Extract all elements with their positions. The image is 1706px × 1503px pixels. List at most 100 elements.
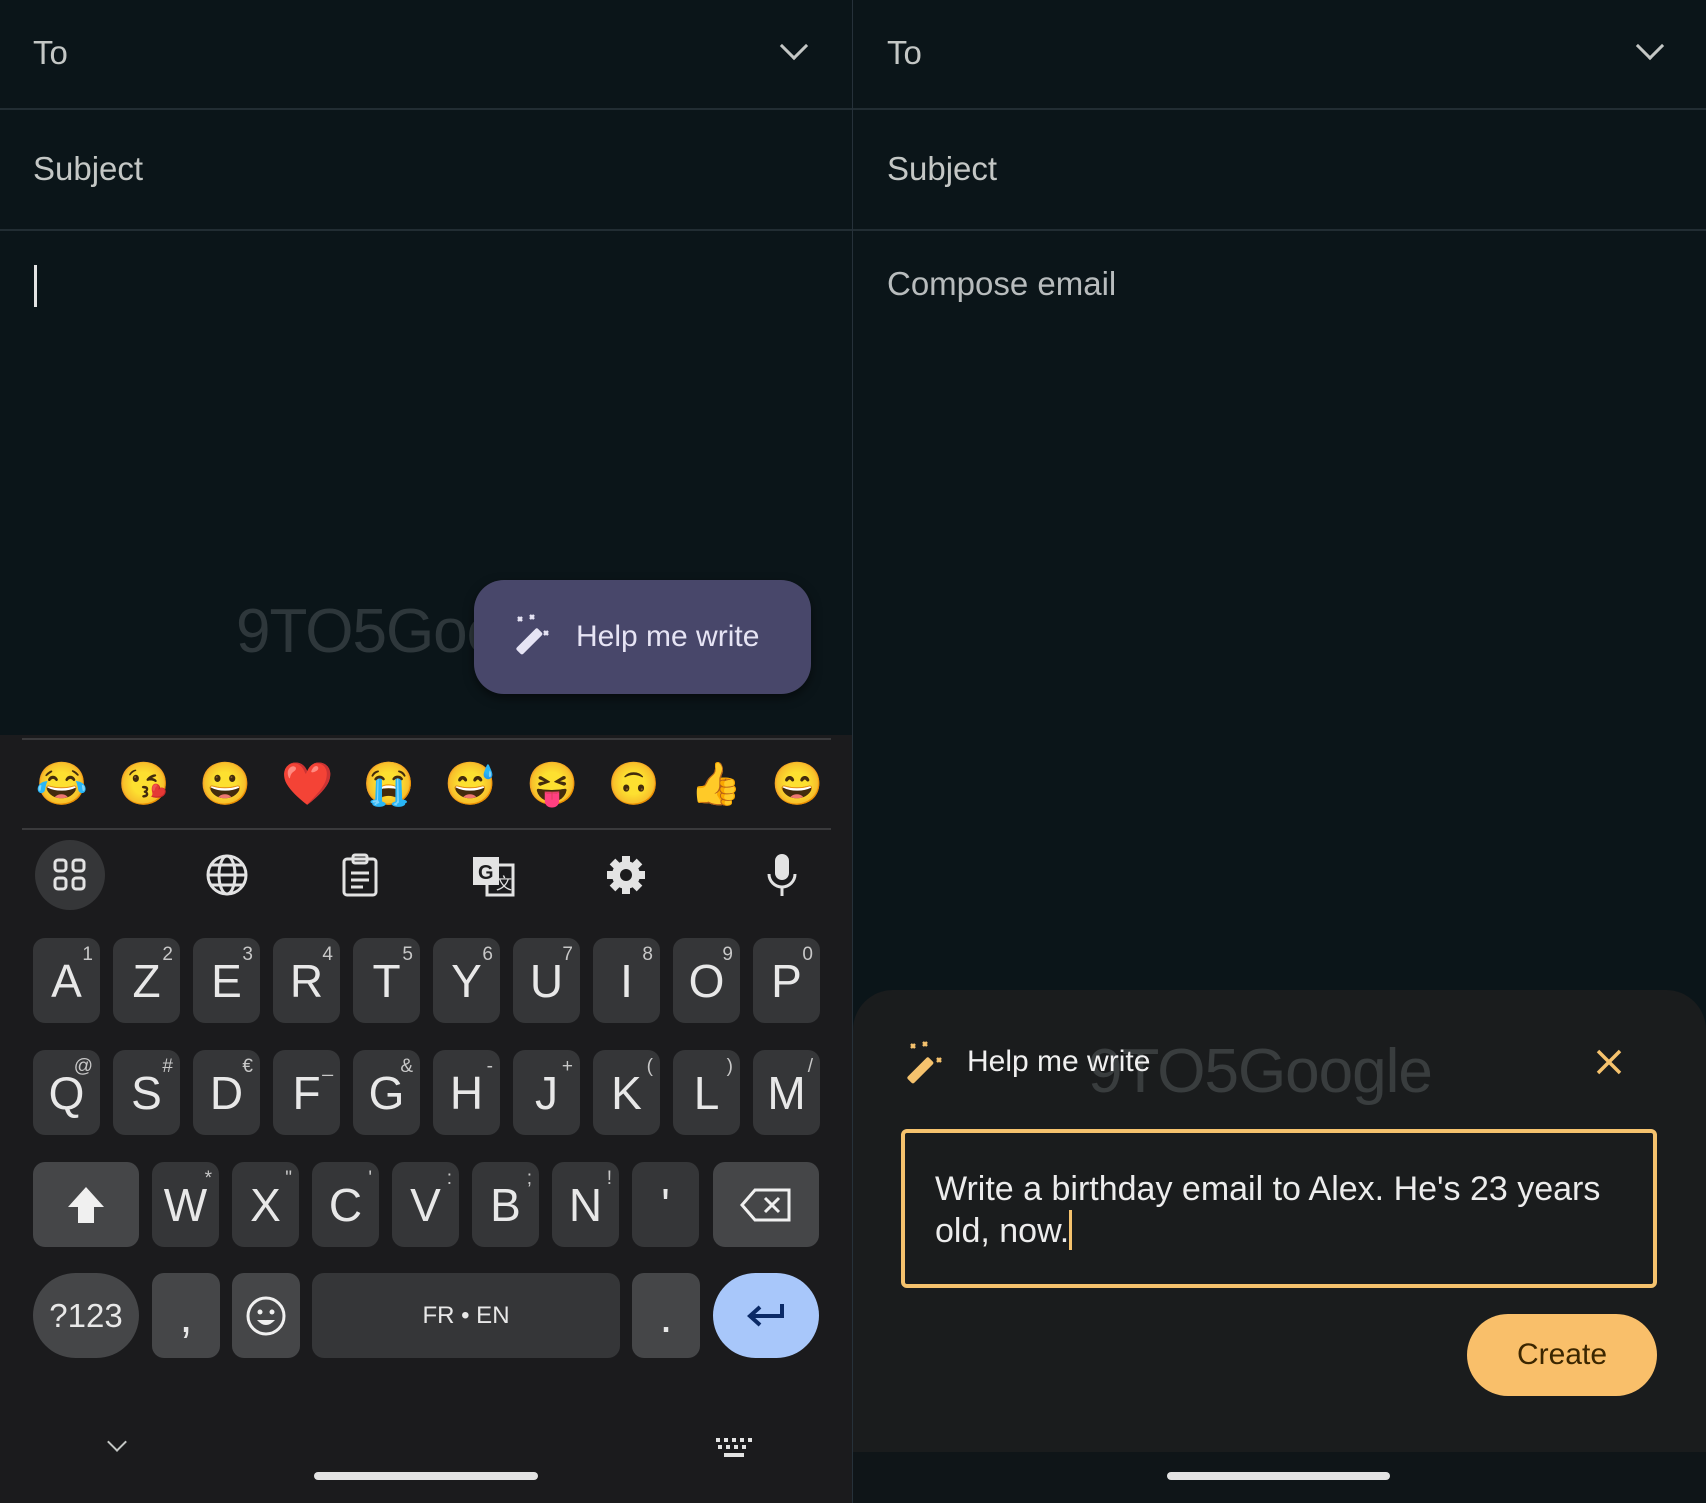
key-label: A [51,954,82,1007]
help-me-write-sheet: 9TO5Google Help me write Write a birthda… [853,990,1706,1452]
emoji-suggestion[interactable]: 👍 [686,760,746,809]
clipboard-button[interactable] [332,847,388,903]
gesture-nav-handle[interactable] [314,1472,538,1480]
settings-button[interactable] [598,847,654,903]
backspace-key[interactable] [713,1162,819,1247]
key-i[interactable]: I8 [593,938,660,1023]
key-hint: ; [526,1168,532,1189]
key-z[interactable]: Z2 [113,938,180,1023]
create-button[interactable]: Create [1467,1314,1657,1396]
key-p[interactable]: P0 [753,938,820,1023]
key-label: I [620,954,633,1007]
emoji-suggestion[interactable]: 🙃 [604,760,664,809]
key-label: D [209,1066,244,1119]
gesture-nav-handle[interactable] [1167,1472,1390,1480]
key-d[interactable]: D € [193,1050,260,1135]
prompt-input[interactable]: Write a birthday email to Alex. He's 23 … [901,1129,1657,1288]
globe-button[interactable] [199,847,255,903]
symbols-key[interactable]: ?123 [33,1273,139,1358]
text-cursor [1069,1210,1073,1250]
help-me-write-button[interactable]: Help me write [474,580,811,694]
apps-grid-button[interactable] [35,840,105,910]
hide-keyboard-chevron-icon[interactable] [107,1432,127,1452]
keyboard-switch-icon[interactable] [716,1438,752,1460]
space-key[interactable]: FR • EN [312,1273,620,1358]
key-hint: _ [322,1056,333,1077]
key-label: N [568,1178,603,1231]
emoji-key[interactable] [232,1273,300,1358]
emoji-suggestion[interactable]: 😄 [767,760,827,809]
key-e[interactable]: E3 [193,938,260,1023]
key-label: R [289,954,324,1007]
key-hint: ( [646,1056,653,1077]
key-n[interactable]: N! [552,1162,619,1247]
key-label: O [688,954,725,1007]
key-label: ' [661,1178,670,1231]
key-k[interactable]: K( [593,1050,660,1135]
emoji-suggestion[interactable]: 😂 [32,760,92,809]
to-field[interactable]: To [887,34,922,72]
key-o[interactable]: O9 [673,938,740,1023]
compose-body-field[interactable]: Compose email [887,265,1116,303]
subject-field[interactable]: Subject [33,150,143,188]
key-y[interactable]: Y6 [433,938,500,1023]
key-h[interactable]: H- [433,1050,500,1135]
comma-key[interactable]: , [152,1273,220,1358]
close-icon[interactable] [1595,1048,1623,1076]
key-q[interactable]: Q @ [33,1050,100,1135]
emoji-suggestion[interactable]: ❤️ [277,760,337,809]
key-apostrophe[interactable]: ' [632,1162,699,1247]
translate-button[interactable]: G文 [465,847,521,903]
emoji-suggestion[interactable]: 😀 [195,760,255,809]
enter-key[interactable] [713,1273,819,1358]
key-r[interactable]: R4 [273,938,340,1023]
key-l[interactable]: L) [673,1050,740,1135]
key-hint: 8 [642,944,653,965]
key-f[interactable]: F _ [273,1050,340,1135]
key-b[interactable]: B; [472,1162,539,1247]
key-label: H [449,1066,484,1119]
key-hint: ) [726,1056,733,1077]
key-hint: 4 [322,944,333,965]
microphone-icon [767,854,797,896]
svg-text:文: 文 [496,875,512,893]
key-hint: € [242,1056,253,1077]
key-label: . [659,1289,673,1342]
shift-key[interactable] [33,1162,139,1247]
shift-arrow-icon [68,1186,104,1223]
key-c[interactable]: C ' [312,1162,379,1247]
key-x[interactable]: X " [232,1162,299,1247]
key-w[interactable]: W * [152,1162,219,1247]
key-hint: - [486,1056,493,1077]
prompt-text: Write a birthday email to Alex. He's 23 … [935,1170,1601,1250]
key-label: Y [451,954,482,1007]
key-hint: 9 [722,944,733,965]
chevron-down-icon[interactable] [1635,31,1665,61]
divider [0,229,852,231]
divider [853,229,1706,231]
emoji-suggestion[interactable]: 😅 [441,760,501,809]
key-hint: ! [606,1168,612,1189]
microphone-button[interactable] [754,847,810,903]
key-s[interactable]: S # [113,1050,180,1135]
key-v[interactable]: V: [392,1162,459,1247]
emoji-suggestion[interactable]: 😝 [522,760,582,809]
emoji-suggestion[interactable]: 😘 [114,760,174,809]
key-hint: + [561,1056,573,1077]
period-key[interactable]: . [632,1273,700,1358]
key-g[interactable]: G & [353,1050,420,1135]
key-a[interactable]: A1 [33,938,100,1023]
key-t[interactable]: T5 [353,938,420,1023]
key-j[interactable]: J + [513,1050,580,1135]
key-hint: 5 [402,944,413,965]
key-hint: 2 [162,944,173,965]
key-m[interactable]: M / [753,1050,820,1135]
key-u[interactable]: U7 [513,938,580,1023]
divider [22,738,831,740]
chevron-down-icon[interactable] [779,31,809,61]
to-field[interactable]: To [33,34,68,72]
subject-field[interactable]: Subject [887,150,997,188]
sheet-title: Help me write [967,1045,1151,1078]
emoji-suggestion[interactable]: 😭 [359,760,419,809]
key-label: , [179,1289,193,1342]
